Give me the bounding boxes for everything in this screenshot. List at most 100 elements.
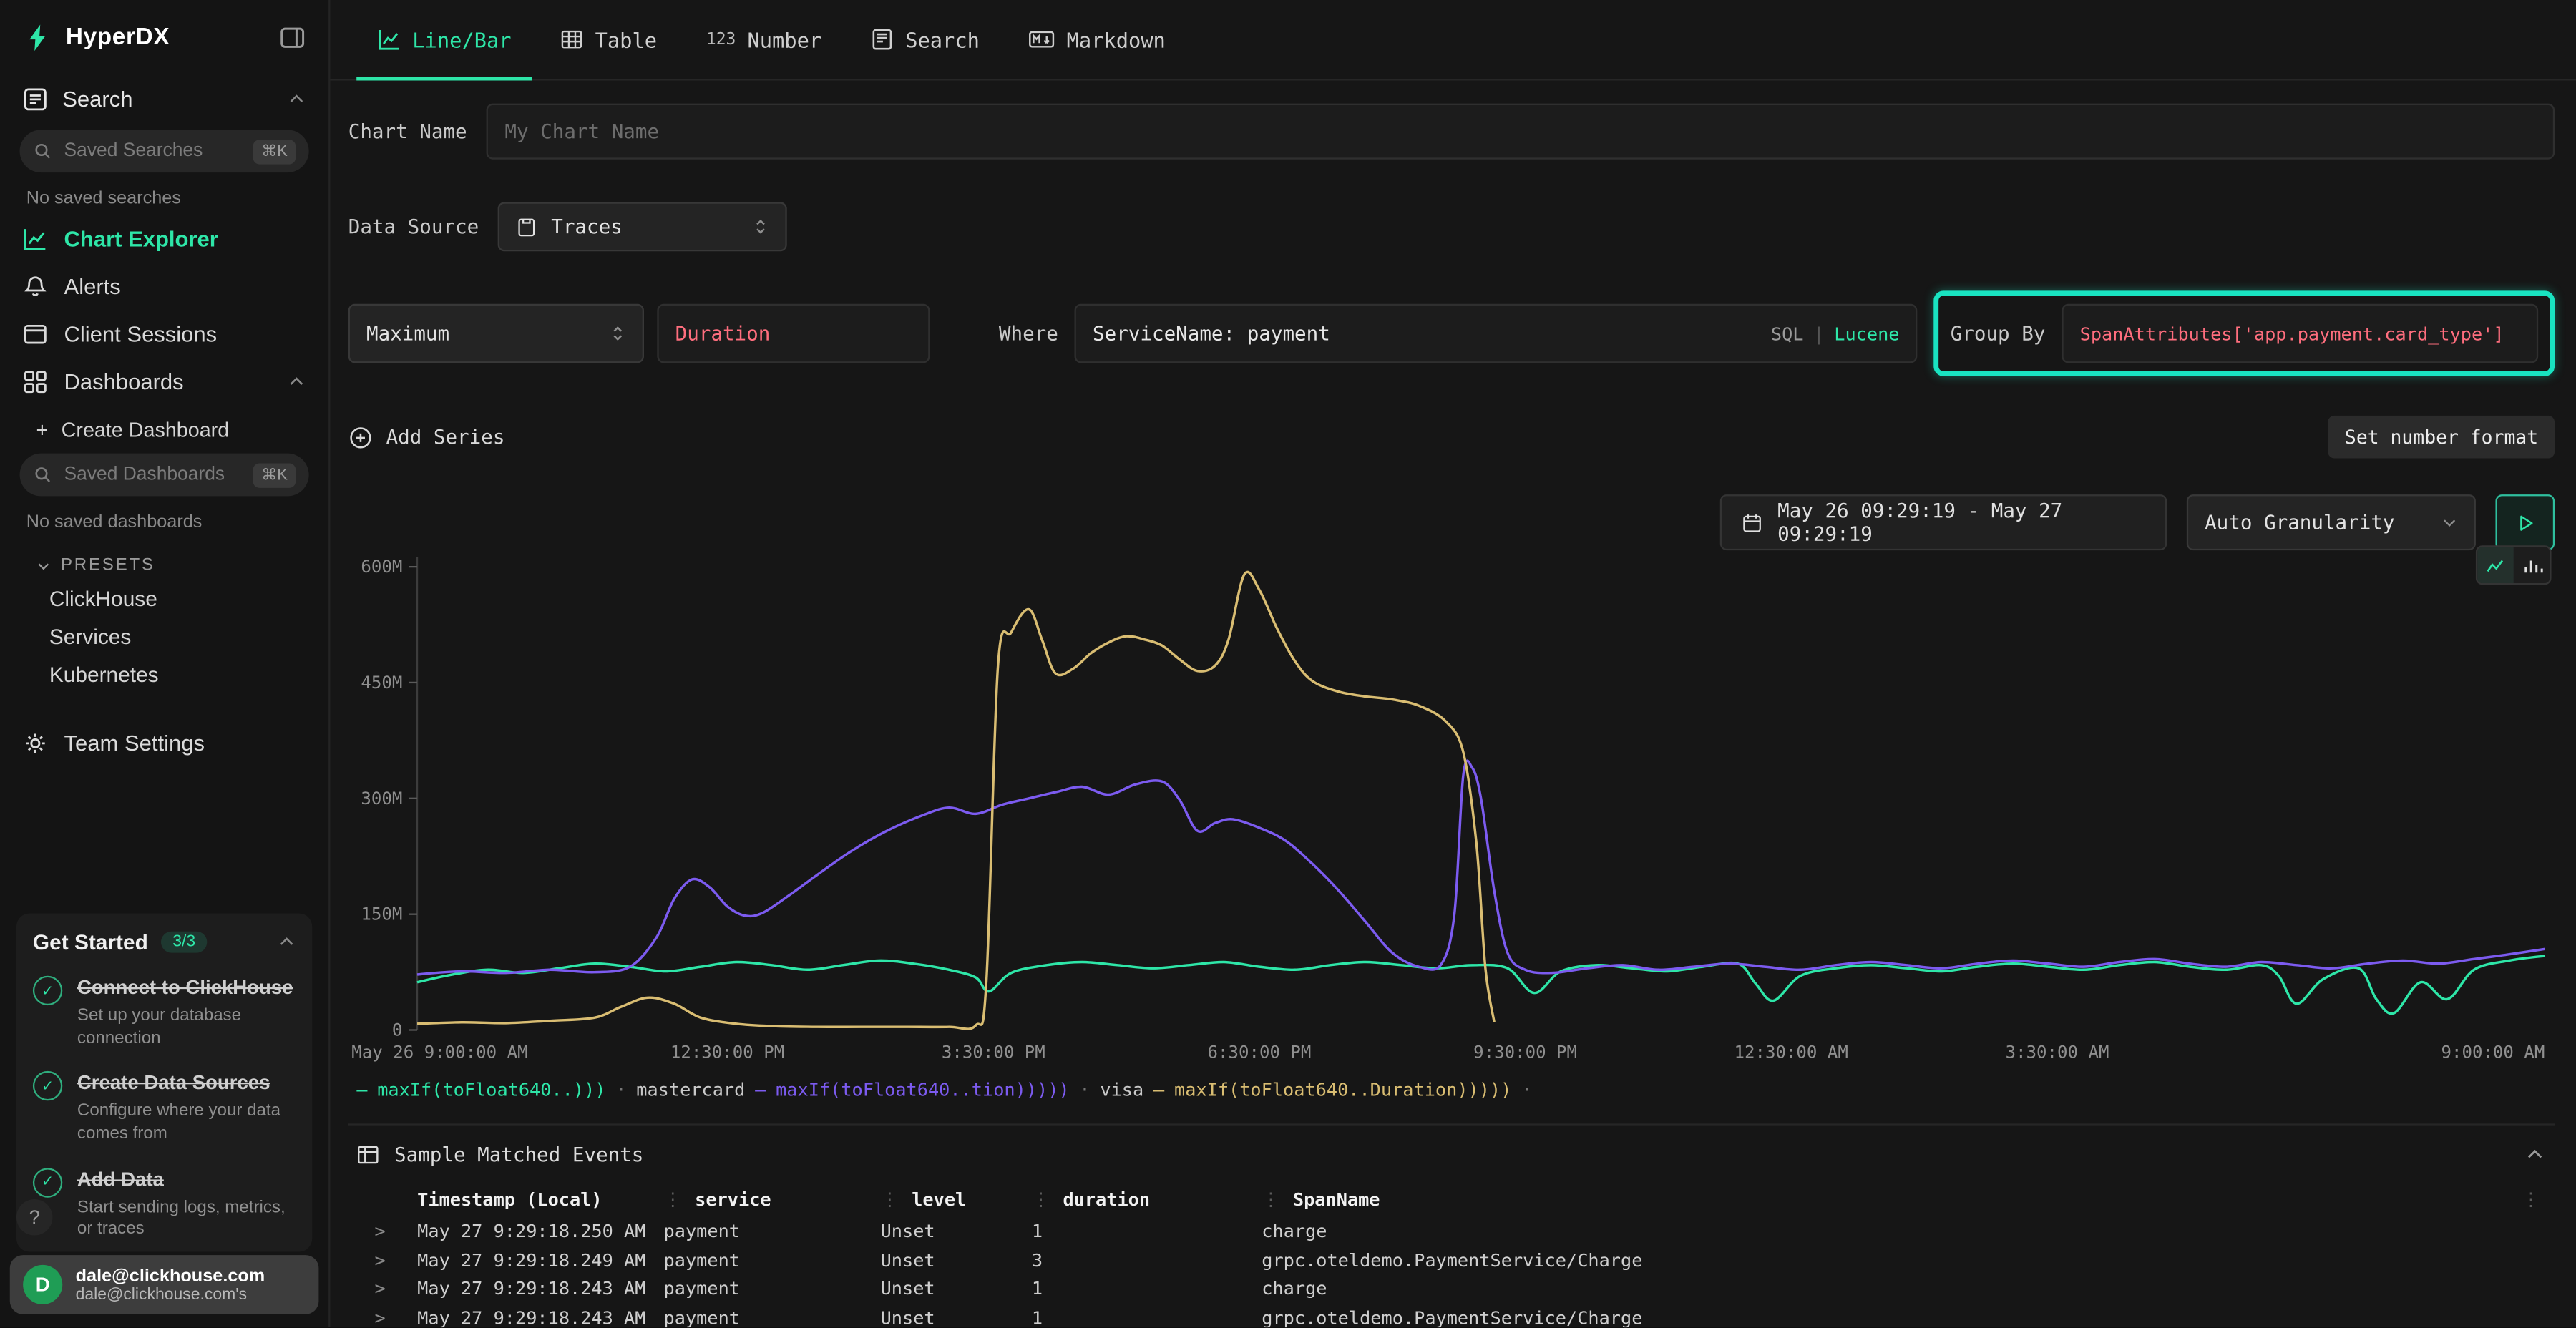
data-source-label: Data Source: [348, 215, 479, 238]
no-saved-searches-text: No saved searches: [0, 172, 328, 215]
table-options-icon[interactable]: ⋮: [2522, 1188, 2555, 1210]
legend-item[interactable]: — maxIf(toFloat640..))) · mastercard: [356, 1079, 745, 1100]
sidebar-collapse-icon[interactable]: [279, 24, 306, 51]
cell-spanname: charge: [1262, 1221, 2522, 1242]
tab-number[interactable]: 123 Number: [681, 0, 846, 79]
help-button[interactable]: ?: [16, 1199, 53, 1236]
svg-text:12:30:00 PM: 12:30:00 PM: [670, 1043, 784, 1063]
events-panel-title: Sample Matched Events: [394, 1143, 643, 1166]
sidebar-item-alerts[interactable]: Alerts: [0, 263, 328, 311]
get-started-badge: 3/3: [161, 932, 207, 953]
get-started-step[interactable]: ✓ Create Data Sources Configure where yo…: [33, 1068, 296, 1146]
search-icon: [33, 465, 53, 485]
events-table-header: Timestamp (Local) ⋮service ⋮level ⋮durat…: [348, 1181, 2555, 1218]
where-input-box: SQL | Lucene: [1075, 304, 1918, 363]
cell-level: Unset: [881, 1279, 1032, 1300]
legend-separator: ·: [1521, 1079, 1532, 1100]
cell-timestamp: May 27 9:29:18.250 AM: [417, 1221, 663, 1242]
where-input[interactable]: [1076, 322, 1771, 345]
cell-level: Unset: [881, 1307, 1032, 1327]
table-row[interactable]: > May 27 9:29:18.243 AM payment Unset 1 …: [348, 1275, 2555, 1304]
add-series-button[interactable]: Add Series: [348, 424, 505, 449]
data-source-select[interactable]: Traces: [499, 202, 788, 251]
sidebar-item-dashboards[interactable]: Dashboards: [0, 358, 328, 406]
table-row[interactable]: > May 27 9:29:18.250 AM payment Unset 1 …: [348, 1217, 2555, 1246]
gear-icon: [23, 731, 47, 756]
chevron-up-icon[interactable]: [288, 90, 306, 108]
chevron-down-icon: [2441, 514, 2458, 531]
search-icon: [33, 141, 53, 161]
chevron-up-icon[interactable]: [278, 933, 296, 951]
hyperdx-logo-icon: [23, 23, 52, 52]
sql-language-toggle[interactable]: SQL: [1771, 323, 1804, 344]
sidebar-item-client-sessions[interactable]: Client Sessions: [0, 311, 328, 358]
sidebar-item-label: Alerts: [64, 274, 121, 298]
sidebar-item-services[interactable]: Services: [0, 617, 328, 655]
cell-service: payment: [664, 1279, 881, 1300]
row-expander-icon[interactable]: >: [374, 1307, 417, 1327]
aggregation-value: Maximum: [366, 322, 449, 345]
column-header-duration[interactable]: ⋮duration: [1032, 1188, 1262, 1210]
chart-name-input[interactable]: [487, 104, 2555, 160]
sidebar-item-label: Chart Explorer: [64, 227, 218, 251]
table-row[interactable]: > May 27 9:29:18.249 AM payment Unset 3 …: [348, 1246, 2555, 1274]
cell-service: payment: [664, 1307, 881, 1327]
chevron-up-icon[interactable]: [2525, 1145, 2545, 1165]
svg-text:May 26 9:00:00 AM: May 26 9:00:00 AM: [351, 1043, 527, 1063]
field-input[interactable]: [657, 304, 930, 363]
aggregation-select[interactable]: Maximum: [348, 304, 644, 363]
tab-markdown[interactable]: Markdown: [1004, 0, 1190, 79]
cell-duration: 3: [1032, 1250, 1262, 1271]
line-view-toggle-icon[interactable]: [2477, 547, 2514, 584]
cell-spanname: grpc.oteldemo.PaymentService/Charge: [1262, 1307, 2522, 1327]
get-started-step[interactable]: ✓ Connect to ClickHouse Set up your data…: [33, 973, 296, 1051]
column-header-service[interactable]: ⋮service: [664, 1188, 881, 1210]
svg-text:3:30:00 PM: 3:30:00 PM: [942, 1043, 1045, 1063]
sidebar-item-label: Client Sessions: [64, 322, 218, 346]
group-by-highlight-annotation: Group By: [1934, 290, 2555, 376]
app-window: HyperDX Search Saved Searches ⌘K No save…: [0, 0, 2576, 1327]
sidebar-item-kubernetes[interactable]: Kubernetes: [0, 655, 328, 693]
column-header-level[interactable]: ⋮level: [881, 1188, 1032, 1210]
date-range-picker[interactable]: May 26 09:29:19 - May 27 09:29:19: [1720, 494, 2167, 550]
column-header-spanname[interactable]: ⋮SpanName: [1262, 1188, 2522, 1210]
chart-area: 0150M300M450M600MMay 26 9:00:00 AM12:30:…: [348, 550, 2555, 1073]
tab-table[interactable]: Table: [536, 0, 682, 79]
run-query-button[interactable]: [2495, 494, 2555, 550]
table-row[interactable]: > May 27 9:29:18.243 AM payment Unset 1 …: [348, 1304, 2555, 1327]
cell-duration: 1: [1032, 1307, 1262, 1327]
add-series-label: Add Series: [386, 426, 505, 449]
legend-item[interactable]: — maxIf(toFloat640..tion))))) · visa: [755, 1079, 1143, 1100]
presets-toggle[interactable]: PRESETS: [0, 539, 328, 580]
row-expander-icon[interactable]: >: [374, 1279, 417, 1300]
bar-view-toggle-icon[interactable]: [2514, 547, 2550, 584]
get-started-step[interactable]: ✓ Add Data Start sending logs, metrics, …: [33, 1164, 296, 1242]
tab-search[interactable]: Search: [847, 0, 1005, 79]
sidebar-item-clickhouse[interactable]: ClickHouse: [0, 580, 328, 617]
saved-dashboards-input[interactable]: Saved Dashboards ⌘K: [20, 454, 309, 497]
sidebar-item-team-settings[interactable]: Team Settings: [0, 720, 328, 768]
group-by-input[interactable]: [2062, 304, 2538, 363]
markdown-icon: [1029, 29, 1055, 49]
tab-line-bar[interactable]: Line/Bar: [353, 0, 536, 79]
line-chart[interactable]: 0150M300M450M600MMay 26 9:00:00 AM12:30:…: [348, 550, 2555, 1073]
granularity-select[interactable]: Auto Granularity: [2187, 494, 2476, 550]
row-expander-icon[interactable]: >: [374, 1250, 417, 1271]
chart-legend: — maxIf(toFloat640..))) · mastercard — m…: [356, 1079, 2555, 1100]
row-expander-icon[interactable]: >: [374, 1221, 417, 1242]
saved-searches-input[interactable]: Saved Searches ⌘K: [20, 130, 309, 172]
user-account-button[interactable]: D dale@clickhouse.com dale@clickhouse.co…: [10, 1255, 319, 1314]
get-started-card: Get Started 3/3 ✓ Connect to ClickHouse …: [16, 914, 312, 1252]
chart-type-tabbar: Line/Bar Table 123 Number Search: [330, 0, 2575, 80]
sidebar-section-search[interactable]: Search: [0, 69, 328, 125]
create-dashboard-button[interactable]: + Create Dashboard: [0, 406, 328, 449]
plus-circle-icon: [348, 424, 373, 449]
legend-item[interactable]: — maxIf(toFloat640..Duration))))) ·: [1153, 1079, 1542, 1100]
sidebar-item-chart-explorer[interactable]: Chart Explorer: [0, 215, 328, 263]
cell-duration: 1: [1032, 1221, 1262, 1242]
brand-name: HyperDX: [66, 24, 170, 51]
lucene-language-toggle[interactable]: Lucene: [1834, 323, 1899, 344]
set-number-format-button[interactable]: Set number format: [2328, 416, 2555, 459]
chevron-up-icon[interactable]: [288, 373, 306, 391]
column-header-timestamp[interactable]: Timestamp (Local): [417, 1188, 663, 1210]
